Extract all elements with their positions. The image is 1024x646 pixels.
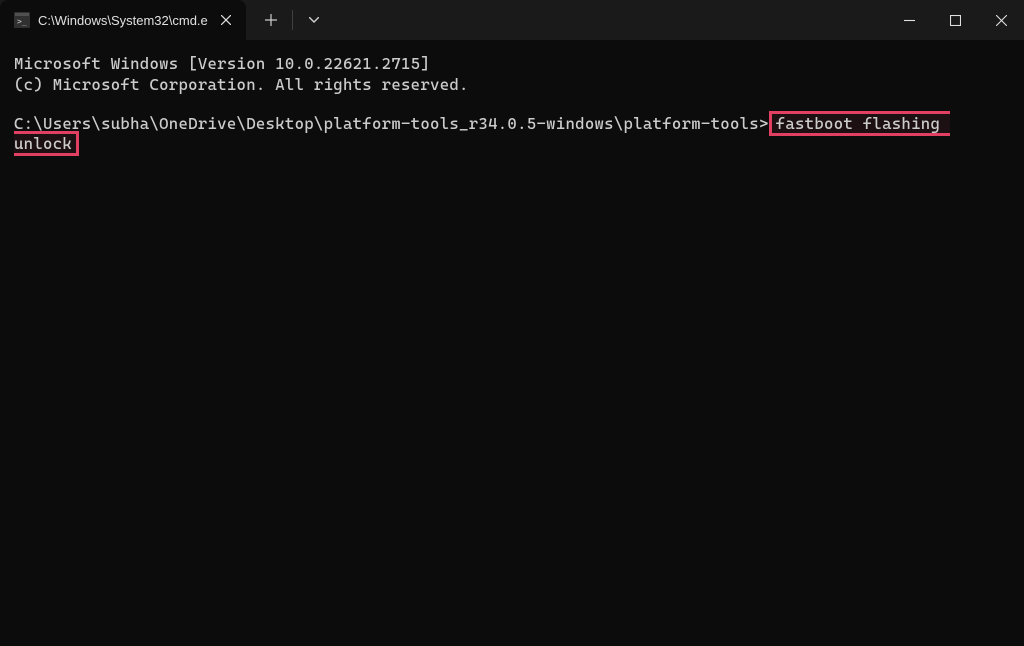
version-line: Microsoft Windows [Version 10.0.22621.27… (14, 54, 1010, 75)
window-controls (886, 0, 1024, 40)
chevron-down-icon (309, 17, 319, 23)
close-window-button[interactable] (978, 0, 1024, 40)
prompt-path: C:\Users\subha\OneDrive\Desktop\platform… (14, 114, 769, 133)
minimize-icon (904, 15, 915, 26)
close-icon (996, 15, 1007, 26)
maximize-button[interactable] (932, 0, 978, 40)
close-icon (221, 15, 231, 25)
terminal-content[interactable]: Microsoft Windows [Version 10.0.22621.27… (0, 40, 1024, 169)
maximize-icon (950, 15, 961, 26)
cmd-icon: >_ (14, 12, 30, 28)
svg-text:>_: >_ (17, 17, 27, 26)
copyright-line: (c) Microsoft Corporation. All rights re… (14, 75, 1010, 96)
divider (292, 10, 293, 30)
minimize-button[interactable] (886, 0, 932, 40)
prompt-line: C:\Users\subha\OneDrive\Desktop\platform… (14, 114, 1010, 156)
tab-active[interactable]: >_ C:\Windows\System32\cmd.e (0, 0, 246, 40)
tab-dropdown-button[interactable] (297, 3, 331, 37)
tabbar-controls (246, 0, 331, 40)
tab-title: C:\Windows\System32\cmd.e (38, 13, 208, 28)
tab-close-button[interactable] (216, 10, 236, 30)
new-tab-button[interactable] (254, 3, 288, 37)
titlebar-drag-area[interactable] (331, 0, 886, 40)
plus-icon (265, 14, 277, 26)
titlebar: >_ C:\Windows\System32\cmd.e (0, 0, 1024, 40)
